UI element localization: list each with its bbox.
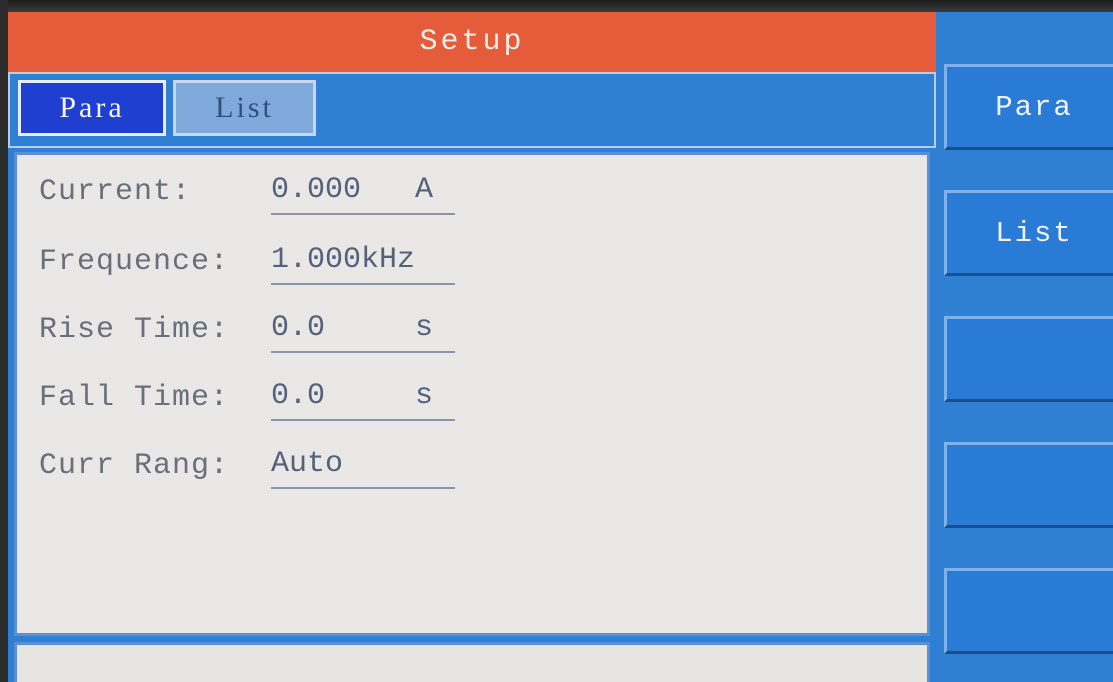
screen-bezel-left <box>0 0 8 682</box>
frequence-label: Frequence: <box>39 245 230 279</box>
current-label: Current: <box>39 175 192 209</box>
param-row-curr-rang: Curr Rang: Auto <box>39 441 455 489</box>
param-row-frequence: Frequence: 1.000kHz <box>39 237 455 285</box>
softkey-column: Para List <box>936 12 1113 682</box>
rise-time-value: 0.0 <box>271 311 326 345</box>
param-row-fall-time: Fall Time: 0.0 s <box>39 373 455 421</box>
curr-rang-field[interactable]: Auto <box>271 441 455 489</box>
fall-time-label: Fall Time: <box>39 381 230 415</box>
softkey-para[interactable]: Para <box>944 64 1113 150</box>
frequence-value: 1.000kHz <box>271 243 416 277</box>
rise-time-unit: s <box>414 311 433 345</box>
fall-time-field[interactable]: 0.0 s <box>271 373 455 421</box>
rise-time-label: Rise Time: <box>39 313 230 347</box>
parameter-panel: Current: 0.000 A Frequence: 1.000kHz Ris… <box>14 152 930 636</box>
screen-bezel-top <box>0 0 1113 12</box>
softkey-list[interactable]: List <box>944 190 1113 276</box>
rise-time-field[interactable]: 0.0 s <box>271 305 455 353</box>
softkey-blank-4[interactable] <box>944 442 1113 528</box>
instrument-screen: Setup Para List Current: 0.000 A Frequen… <box>0 0 1113 682</box>
current-value: 0.000 <box>271 173 362 207</box>
param-row-rise-time: Rise Time: 0.0 s <box>39 305 455 353</box>
softkey-blank-3[interactable] <box>944 316 1113 402</box>
current-unit: A <box>414 173 433 207</box>
frequence-field[interactable]: 1.000kHz <box>271 237 455 285</box>
fall-time-value: 0.0 <box>271 379 326 413</box>
curr-rang-label: Curr Rang: <box>39 449 230 483</box>
fall-time-unit: s <box>414 379 433 413</box>
tab-list[interactable]: List <box>173 80 316 136</box>
current-field[interactable]: 0.000 A <box>271 167 455 215</box>
status-bar <box>14 642 930 682</box>
page-title: Setup <box>8 12 936 74</box>
curr-rang-value: Auto <box>271 447 344 481</box>
tab-strip: Para List <box>8 74 936 148</box>
tab-para[interactable]: Para <box>18 80 166 136</box>
param-row-current: Current: 0.000 A <box>39 167 455 215</box>
softkey-blank-5[interactable] <box>944 568 1113 654</box>
